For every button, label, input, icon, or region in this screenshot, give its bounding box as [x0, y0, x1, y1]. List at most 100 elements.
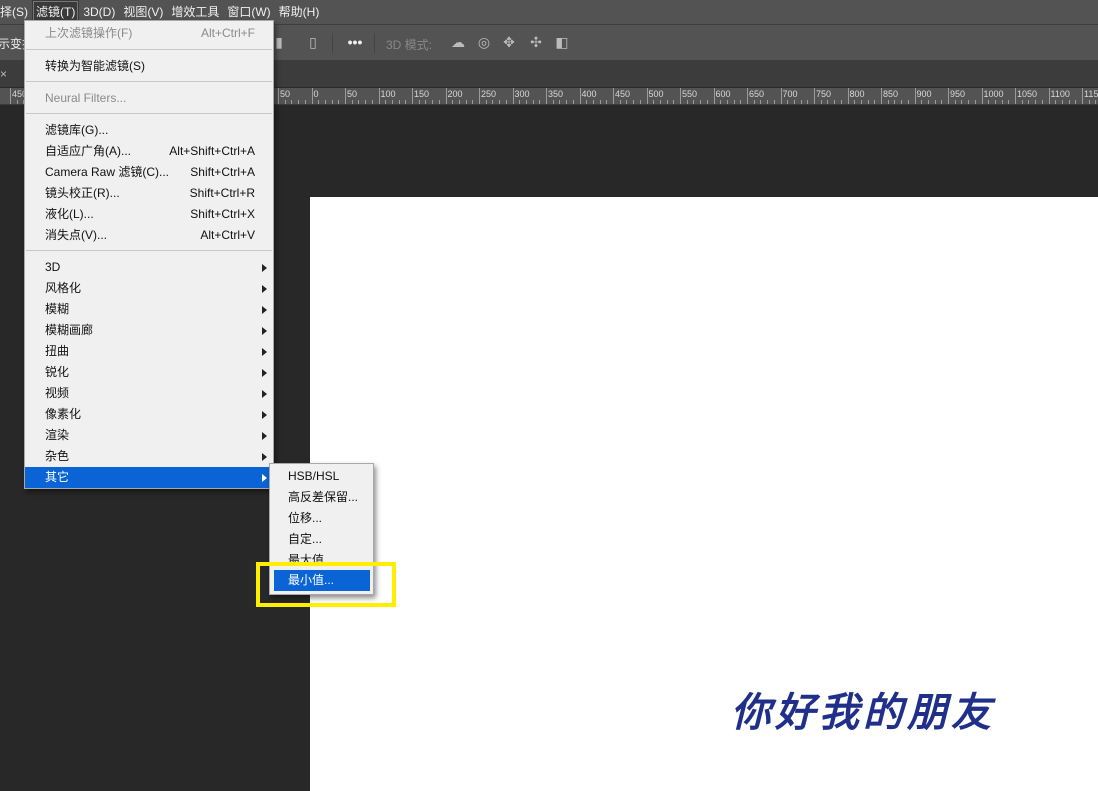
- menu-item-noise[interactable]: 杂色: [25, 446, 273, 467]
- submenu-item-high-pass[interactable]: 高反差保留...: [270, 487, 373, 508]
- ruler-minor-tick: [834, 100, 836, 104]
- menu-item-stylize[interactable]: 风格化: [25, 278, 273, 299]
- submenu-arrow-icon: [262, 306, 267, 314]
- submenu-item-hsb-hsl[interactable]: HSB/HSL: [270, 466, 373, 487]
- menu-item-distort[interactable]: 扭曲: [25, 341, 273, 362]
- ruler-minor-tick: [1061, 100, 1063, 104]
- more-options-icon[interactable]: •••: [346, 33, 364, 51]
- ruler-minor-tick: [452, 100, 454, 104]
- ruler-minor-tick: [418, 100, 420, 104]
- 3d-pan-icon[interactable]: ✥: [500, 33, 518, 51]
- menu-item-3d[interactable]: 3D: [25, 257, 273, 278]
- menu-item-other[interactable]: 其它: [25, 467, 273, 488]
- ruler-minor-tick: [994, 100, 996, 104]
- ruler-tick-label: 650: [749, 89, 765, 99]
- ruler-minor-tick: [1008, 100, 1010, 104]
- ruler-minor-tick: [800, 100, 802, 104]
- ruler-major-tick: [613, 88, 614, 104]
- ruler-minor-tick: [1001, 100, 1003, 104]
- ruler-minor-tick: [16, 100, 18, 104]
- ruler-tick-label: 400: [581, 89, 597, 99]
- ruler-minor-tick: [572, 100, 574, 104]
- ruler-minor-tick: [773, 100, 775, 104]
- options-divider: [374, 33, 375, 53]
- 3d-orbit-icon[interactable]: ☁: [449, 33, 467, 51]
- submenu-arrow-icon: [262, 285, 267, 293]
- options-divider: [332, 33, 333, 53]
- menu-item-label: 风格化: [45, 281, 82, 295]
- menu-item-lens-correction[interactable]: 镜头校正(R)... Shift+Ctrl+R: [25, 183, 273, 204]
- ruler-major-tick: [278, 88, 279, 104]
- menu-item-blur-gallery[interactable]: 模糊画廊: [25, 320, 273, 341]
- menu-item-label: Neural Filters...: [45, 91, 127, 105]
- ruler-major-tick: [579, 88, 581, 104]
- menu-item-blur[interactable]: 模糊: [25, 299, 273, 320]
- ruler-minor-tick: [291, 100, 293, 104]
- ruler-major-tick: [814, 88, 815, 104]
- menu-help[interactable]: 帮助(H): [275, 0, 324, 24]
- ruler-minor-tick: [700, 100, 702, 104]
- ruler-minor-tick: [552, 100, 554, 104]
- menu-item-label: 转换为智能滤镜(S): [45, 59, 145, 73]
- menu-item-render[interactable]: 渲染: [25, 425, 273, 446]
- ruler-tick-label: 50: [347, 89, 358, 99]
- ruler-major-tick: [512, 88, 514, 104]
- canvas-text-layer[interactable]: 你好我的朋友: [731, 680, 995, 738]
- menu-item-label: 其它: [45, 470, 70, 484]
- ruler-minor-tick: [686, 100, 688, 104]
- ruler-tick-label: 300: [514, 89, 530, 99]
- distribute-icon[interactable]: ▯: [304, 33, 322, 51]
- 3d-mode-label: 3D 模式:: [386, 38, 433, 52]
- ruler-major-tick: [747, 88, 748, 104]
- menu-item-adaptive-wide-angle[interactable]: 自适应广角(A)... Alt+Shift+Ctrl+A: [25, 141, 273, 162]
- ruler-minor-tick: [633, 100, 635, 104]
- 3d-slide-icon[interactable]: ✣: [527, 33, 545, 51]
- menu-item-sharpen[interactable]: 锐化: [25, 362, 273, 383]
- ruler-tick-label: 100: [380, 89, 396, 99]
- ruler-minor-tick: [988, 100, 990, 104]
- menu-item-video[interactable]: 视频: [25, 383, 273, 404]
- ruler-minor-tick: [371, 100, 373, 104]
- menu-item-vanishing-point[interactable]: 消失点(V)... Alt+Ctrl+V: [25, 225, 273, 246]
- shortcut-label: Shift+Ctrl+A: [190, 165, 255, 179]
- menu-item-neural-filters: Neural Filters...: [25, 88, 273, 109]
- menu-item-label: 滤镜库(G)...: [45, 123, 109, 137]
- 3d-roll-icon[interactable]: ◎: [475, 33, 493, 51]
- shortcut-label: Shift+Ctrl+X: [190, 207, 255, 221]
- ruler-minor-tick: [358, 100, 360, 104]
- 3d-scale-icon[interactable]: ◧: [553, 33, 571, 51]
- ruler-minor-tick: [391, 100, 393, 104]
- photoshop-window: 择(S) 滤镜(T) 3D(D) 视图(V) 增效工具 窗口(W) 帮助(H) …: [0, 0, 1098, 791]
- ruler-minor-tick: [465, 100, 467, 104]
- ruler-minor-tick: [318, 100, 320, 104]
- submenu-arrow-icon: [262, 474, 267, 482]
- highlight-annotation-box: [256, 562, 396, 607]
- ruler-minor-tick: [592, 100, 594, 104]
- menu-item-label: 模糊画廊: [45, 323, 94, 337]
- menu-item-label: 视频: [45, 386, 70, 400]
- ruler-minor-tick: [867, 100, 869, 104]
- menu-item-filter-gallery[interactable]: 滤镜库(G)...: [25, 120, 273, 141]
- menu-item-label: 3D: [45, 260, 61, 274]
- menu-item-label: 上次滤镜操作(F): [45, 26, 133, 40]
- ruler-minor-tick: [626, 100, 628, 104]
- ruler-major-tick: [914, 88, 916, 104]
- ruler-minor-tick: [740, 100, 742, 104]
- menu-item-camera-raw[interactable]: Camera Raw 滤镜(C)... Shift+Ctrl+A: [25, 162, 273, 183]
- menu-item-liquify[interactable]: 液化(L)... Shift+Ctrl+X: [25, 204, 273, 225]
- ruler-minor-tick: [1028, 100, 1030, 104]
- ruler-minor-tick: [693, 100, 695, 104]
- close-icon[interactable]: ×: [0, 67, 14, 81]
- shortcut-label: Alt+Shift+Ctrl+A: [169, 144, 255, 158]
- ruler-tick-label: 1150: [1084, 89, 1098, 99]
- submenu-item-custom[interactable]: 自定...: [270, 529, 373, 550]
- ruler-minor-tick: [365, 100, 367, 104]
- ruler-minor-tick: [304, 100, 306, 104]
- submenu-item-offset[interactable]: 位移...: [270, 508, 373, 529]
- menu-item-convert-smart-filter[interactable]: 转换为智能滤镜(S): [25, 56, 273, 77]
- ruler-minor-tick: [961, 100, 963, 104]
- submenu-arrow-icon: [262, 432, 267, 440]
- ruler-tick-label: 450: [615, 89, 631, 99]
- menu-item-pixelate[interactable]: 像素化: [25, 404, 273, 425]
- ruler-minor-tick: [485, 100, 487, 104]
